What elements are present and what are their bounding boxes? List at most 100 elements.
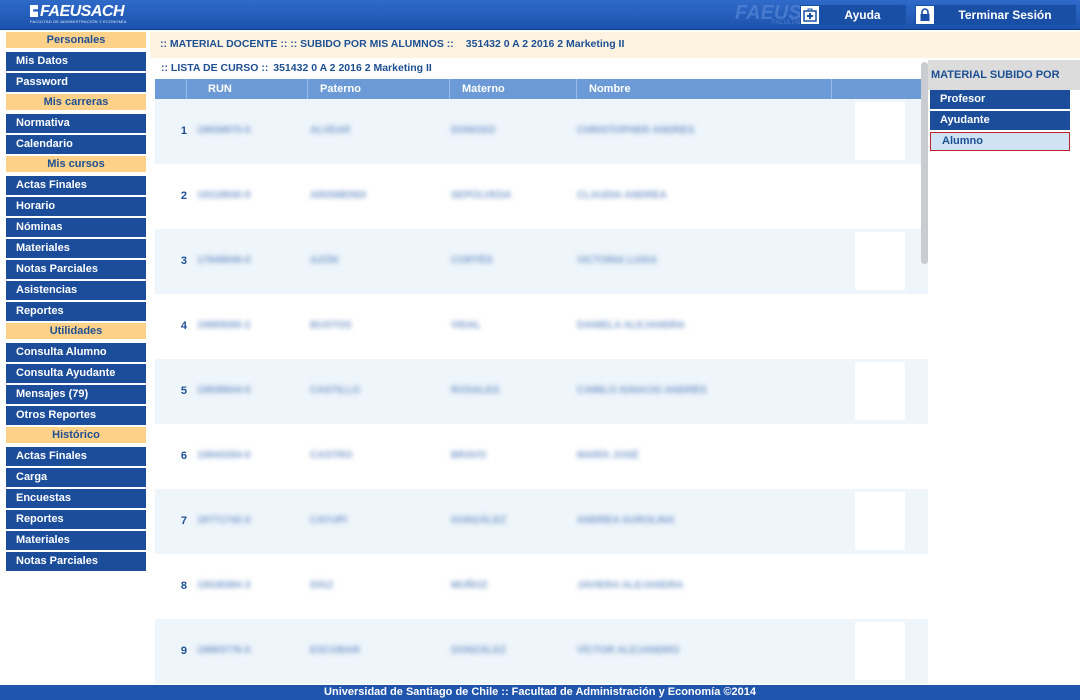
list-title: :: LISTA DE CURSO :: 351432 0 A 2 2016 2… [161, 62, 432, 74]
material-source-ayudante[interactable]: Ayudante [930, 111, 1070, 130]
sidebar-item-historico-encuestas[interactable]: Encuestas [6, 489, 146, 508]
cell-materno: ROSALES [451, 385, 500, 396]
sidebar-item-materiales[interactable]: Materiales [6, 239, 146, 258]
logo-subtitle: FACULTAD DE ADMINISTRACIÓN Y ECONOMÍA [30, 19, 127, 24]
row-number: 9 [180, 645, 187, 657]
table-row: 5 19838944-0 CASTILLO ROSALES CAMILO IGN… [155, 359, 928, 424]
cell-run: 19840284-0 [197, 450, 251, 461]
sidebar-item-normativa[interactable]: Normativa [6, 114, 146, 133]
cell-materno: MUÑOZ [451, 580, 488, 591]
material-cell[interactable] [855, 102, 905, 160]
cell-paterno: ARISMENDI [310, 190, 367, 201]
faeusach-logo[interactable]: FAEUSACH FACULTAD DE ADMINISTRACIÓN Y EC… [30, 3, 127, 24]
course-list-panel: :: LISTA DE CURSO :: 351432 0 A 2 2016 2… [155, 60, 928, 685]
cell-materno: GONZÁLEZ [451, 515, 506, 526]
sidebar-item-notas-parciales[interactable]: Notas Parciales [6, 260, 146, 279]
sidebar-item-otros-reportes[interactable]: Otros Reportes [6, 406, 146, 425]
cell-materno: GONZÁLEZ [451, 645, 506, 656]
cell-materno: DONOSO [451, 125, 496, 136]
sidebar-item-mensajes[interactable]: Mensajes (79) [6, 385, 146, 404]
sidebar-item-mis-datos[interactable]: Mis Datos [6, 52, 146, 71]
cell-paterno: ESCOBAR [310, 645, 361, 656]
cell-paterno: CAYUPI [310, 515, 347, 526]
material-source-menu: Profesor Ayudante Alumno [928, 90, 1080, 151]
row-number: 1 [180, 125, 187, 137]
table-row: 6 19840284-0 CASTRO BRAVO MARÍA JOSÉ [155, 424, 928, 489]
breadcrumb-course: 351432 0 A 2 2016 2 Marketing II [465, 38, 625, 50]
lock-icon [916, 6, 934, 24]
logout-button[interactable]: Terminar Sesión [915, 5, 1076, 25]
cell-run: 19538384-3 [197, 580, 251, 591]
table-row: 8 19538384-3 DÍAZ MUÑOZ JAVIERA ALEJANDR… [155, 554, 928, 619]
table-row: 1 19839870-0 ALVEAR DONOSO CHRISTOPHER A… [155, 99, 928, 164]
row-number: 3 [180, 255, 187, 267]
breadcrumb-band: :: MATERIAL DOCENTE :: :: SUBIDO POR MIS… [150, 32, 1080, 58]
cell-run: 19889580-2 [197, 320, 251, 331]
table-row: 7 18771742-0 CAYUPI GONZÁLEZ ANDREA AURO… [155, 489, 928, 554]
sidebar-section-mis-carreras: Mis carreras [6, 94, 146, 110]
cell-run: 17848849-0 [197, 255, 251, 266]
sidebar-item-reportes[interactable]: Reportes [6, 302, 146, 321]
sidebar-item-consulta-ayudante[interactable]: Consulta Ayudante [6, 364, 146, 383]
cell-nombre: ANDREA AUROLINA [577, 515, 675, 526]
cell-run: 19318840-9 [197, 190, 251, 201]
sidebar-item-consulta-alumno[interactable]: Consulta Alumno [6, 343, 146, 362]
sidebar-item-password[interactable]: Password [6, 73, 146, 92]
sidebar-item-historico-notas-parciales[interactable]: Notas Parciales [6, 552, 146, 571]
cell-run: 19839870-0 [197, 125, 251, 136]
cell-nombre: CAMILO IGNACIO ANDRÉS [577, 385, 707, 396]
logo-mark-icon [30, 5, 38, 17]
row-number: 4 [180, 320, 187, 332]
row-number: 5 [180, 385, 187, 397]
cell-run: 19883776-0 [197, 645, 251, 656]
list-scrollbar[interactable] [921, 62, 928, 264]
sidebar-item-historico-carga[interactable]: Carga [6, 468, 146, 487]
row-number: 6 [180, 450, 187, 462]
table-row: 2 19318840-9 ARISMENDI SEPÚLVEDA CLAUDIA… [155, 164, 928, 229]
column-header-number [155, 79, 187, 99]
row-number: 7 [180, 515, 187, 527]
sidebar-item-horario[interactable]: Horario [6, 197, 146, 216]
material-source-alumno[interactable]: Alumno [930, 132, 1070, 151]
help-button[interactable]: Ayuda [800, 5, 906, 25]
column-header-paterno: Paterno [308, 79, 450, 99]
cell-nombre: VÍCTOR ALEJANDRO [577, 645, 680, 656]
material-cell[interactable] [855, 362, 905, 420]
first-aid-kit-icon [801, 6, 819, 24]
sidebar-item-calendario[interactable]: Calendario [6, 135, 146, 154]
column-header-run: RUN [187, 79, 308, 99]
column-header-materno: Materno [450, 79, 577, 99]
column-header-nombre: Nombre [577, 79, 832, 99]
footer: Universidad de Santiago de Chile :: Facu… [0, 685, 1080, 700]
breadcrumb: :: MATERIAL DOCENTE :: :: SUBIDO POR MIS… [160, 38, 624, 50]
cell-paterno: ALVEAR [310, 125, 351, 136]
sidebar-item-historico-materiales[interactable]: Materiales [6, 531, 146, 550]
table-row: 9 19883776-0 ESCOBAR GONZÁLEZ VÍCTOR ALE… [155, 619, 928, 684]
material-cell[interactable] [855, 622, 905, 680]
cell-nombre: MARÍA JOSÉ [577, 450, 639, 461]
table-row: 4 19889580-2 BUSTOS VIDAL DANIELA ALEJAN… [155, 294, 928, 359]
sidebar-item-nominas[interactable]: Nóminas [6, 218, 146, 237]
cell-run: 19838944-0 [197, 385, 251, 396]
material-cell[interactable] [855, 492, 905, 550]
sidebar-item-actas-finales[interactable]: Actas Finales [6, 176, 146, 195]
logo-text: FAEUSACH [40, 3, 125, 20]
material-source-profesor[interactable]: Profesor [930, 90, 1070, 109]
cell-nombre: VICTORIA LUISA [577, 255, 658, 266]
cell-nombre: CLAUDIA ANDREA [577, 190, 667, 201]
table-header: RUN Paterno Materno Nombre [155, 79, 928, 99]
sidebar-item-historico-reportes[interactable]: Reportes [6, 510, 146, 529]
material-cell[interactable] [855, 232, 905, 290]
logout-label: Terminar Sesión [958, 8, 1052, 22]
cell-run: 18771742-0 [197, 515, 251, 526]
cell-materno: SEPÚLVEDA [451, 190, 512, 201]
list-title-label: :: LISTA DE CURSO :: [161, 62, 269, 74]
cell-paterno: BUSTOS [310, 320, 352, 331]
table-body: 1 19839870-0 ALVEAR DONOSO CHRISTOPHER A… [155, 99, 928, 684]
sidebar: Personales Mis Datos Password Mis carrer… [6, 32, 146, 592]
sidebar-item-asistencias[interactable]: Asistencias [6, 281, 146, 300]
sidebar-section-historico: Histórico [6, 427, 146, 443]
sidebar-item-historico-actas-finales[interactable]: Actas Finales [6, 447, 146, 466]
table-row: 3 17848849-0 AZÓN CORTÉS VICTORIA LUISA [155, 229, 928, 294]
material-source-panel: MATERIAL SUBIDO POR Profesor Ayudante Al… [928, 60, 1080, 153]
